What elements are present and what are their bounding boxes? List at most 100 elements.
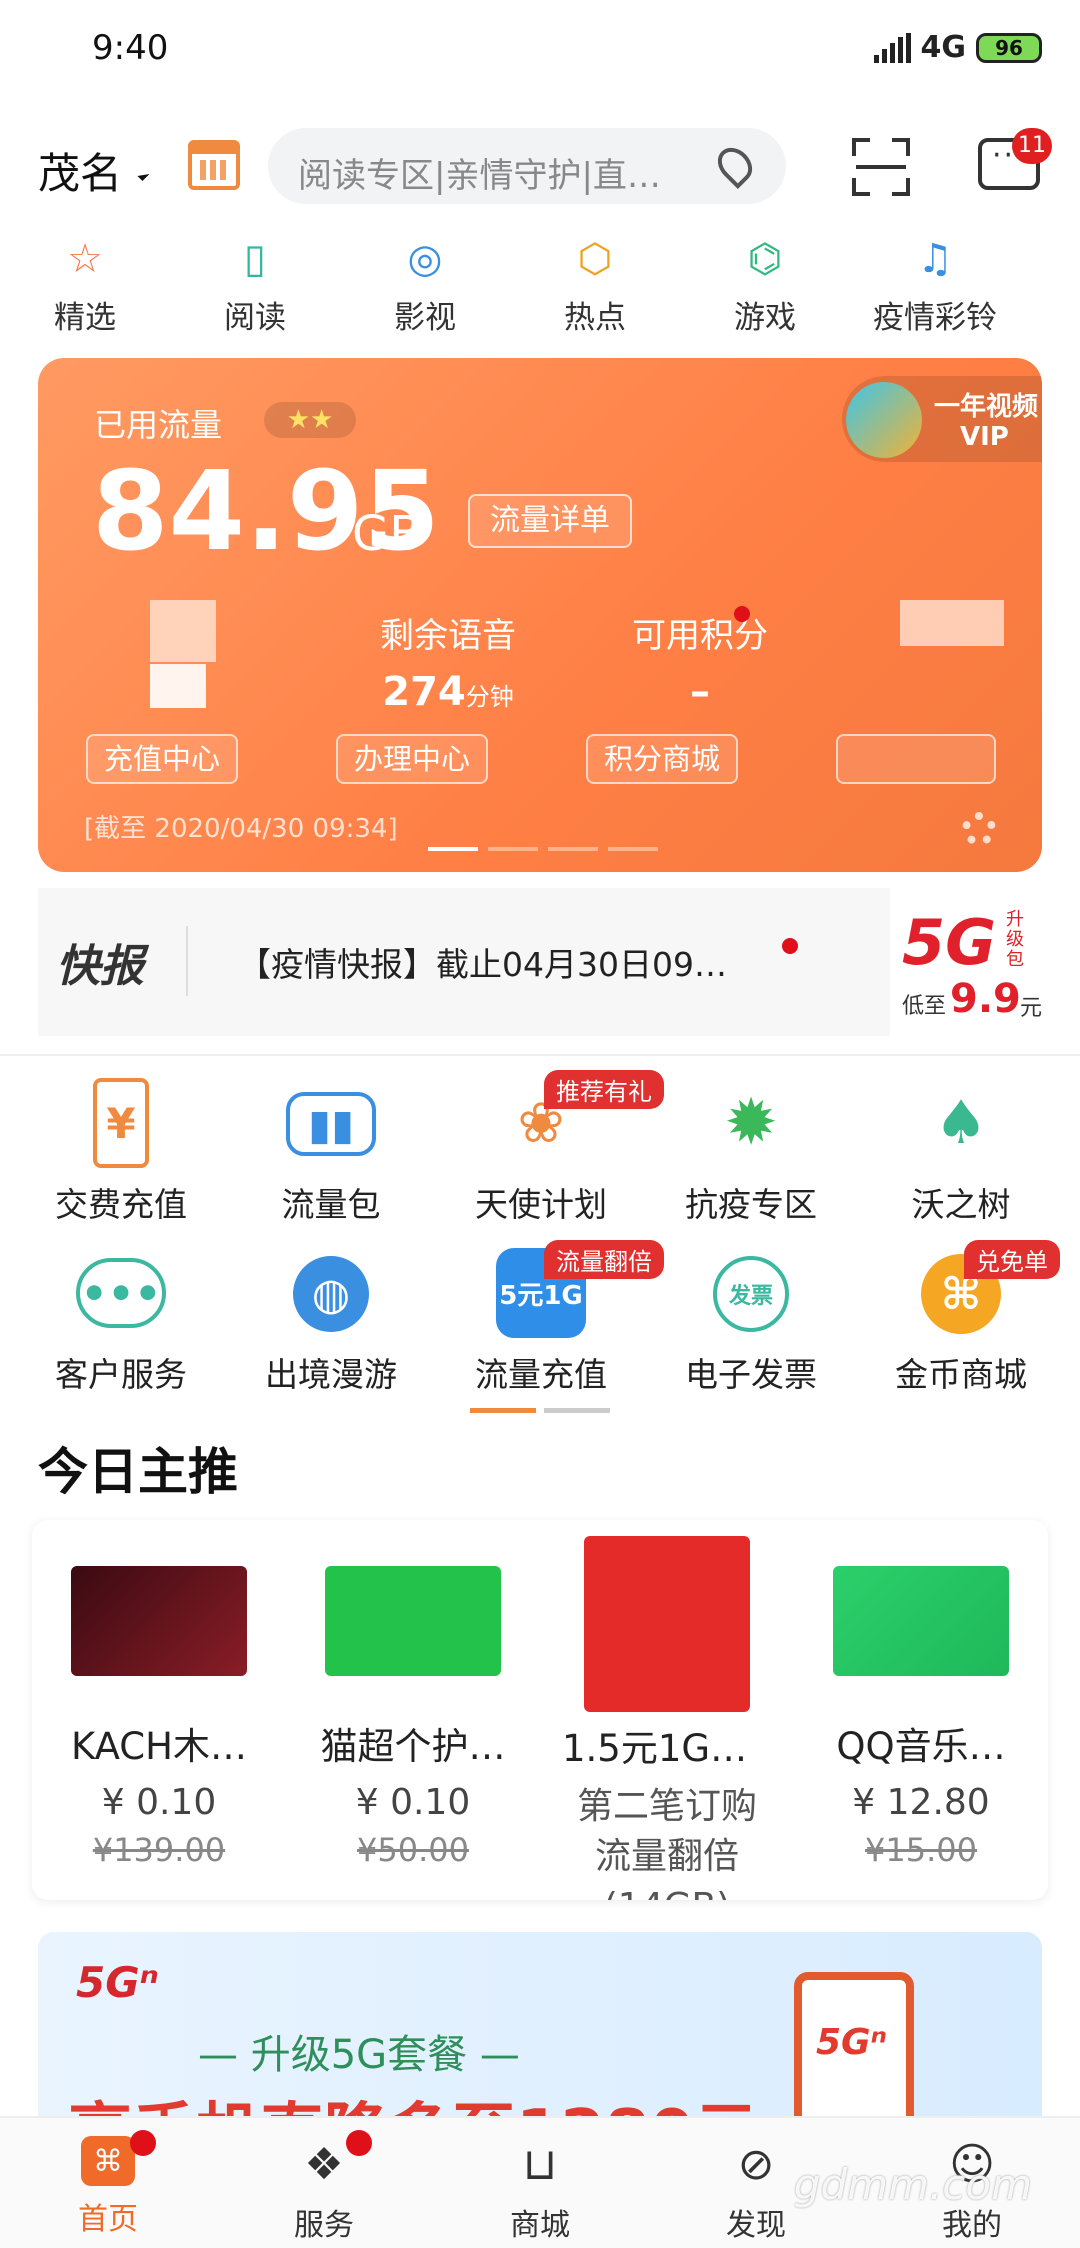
tab-hot[interactable]: ⬡ 热点	[510, 232, 680, 342]
service-label: 交费充值	[55, 1185, 187, 1224]
divider	[186, 926, 188, 996]
icon-caption: 5元1G	[499, 1280, 583, 1311]
film-reel-icon: ◎	[407, 236, 443, 282]
category-tabs: ☆ 精选 ▯ 阅读 ◎ 影视 ⬡ 热点 ⌬ 游戏 ♫ 疫情彩铃	[0, 232, 1080, 342]
calendar-icon[interactable]	[188, 140, 240, 190]
tab-reading[interactable]: ▯ 阅读	[170, 232, 340, 342]
tab-label: 热点	[564, 300, 626, 336]
location-pin-icon[interactable]	[710, 140, 760, 190]
phone-screen-text: 5Gⁿ	[816, 2022, 887, 2063]
points-available[interactable]: 可用积分 –	[590, 608, 810, 715]
tab-video[interactable]: ◎ 影视	[340, 232, 510, 342]
gamepad-icon: ⌬	[747, 236, 783, 282]
service-anti-epidemic[interactable]: ✹ 抗疫专区	[646, 1078, 856, 1226]
compass-icon: ⊘	[737, 2138, 775, 2190]
masked-balance-block	[150, 600, 216, 662]
tab-jingxuan[interactable]: ☆ 精选	[0, 232, 170, 342]
service-label: 流量充值	[475, 1355, 607, 1394]
status-time: 9:40	[92, 28, 169, 68]
section-title: 今日主推	[38, 1443, 238, 1501]
recommended-products: KACH木… ¥ 0.10 ¥139.00 猫超个护… ¥ 0.10 ¥50.0…	[32, 1520, 1048, 1900]
masked-balance-block	[150, 664, 206, 708]
product-desc: (14GB)	[540, 1882, 794, 1900]
ad-unit: 元	[1020, 996, 1043, 1021]
product-image	[325, 1566, 501, 1676]
product-name: QQ音乐…	[836, 1725, 1006, 1768]
service-angel-plan[interactable]: ❀ 天使计划 推荐有礼	[436, 1070, 664, 1226]
nav-services[interactable]: ❖ 服务	[216, 2118, 432, 2248]
service-pay-recharge[interactable]: ¥ 交费充值	[16, 1078, 226, 1226]
service-data-pack[interactable]: ▮▮ 流量包	[226, 1078, 436, 1226]
service-data-recharge[interactable]: 5元1G 流量充值 流量翻倍	[436, 1240, 664, 1396]
service-center-button[interactable]: 办理中心	[336, 734, 489, 784]
watermark: gdmm.com	[793, 2160, 1032, 2209]
product-name: KACH木…	[71, 1725, 247, 1768]
scan-icon[interactable]	[852, 138, 910, 196]
recharge-center-button[interactable]: 充值中心	[86, 734, 239, 784]
nav-label: 服务	[294, 2208, 354, 2243]
book-icon: ▯	[243, 236, 266, 282]
product-name: 1.5元1GB…	[562, 1727, 772, 1770]
signal-icon	[873, 32, 911, 63]
points-new-dot	[734, 606, 750, 622]
masked-button[interactable]	[836, 734, 996, 784]
product-original-price: ¥50.00	[357, 1831, 469, 1869]
product-card[interactable]: KACH木… ¥ 0.10 ¥139.00	[32, 1560, 286, 1869]
5g-upgrade-banner[interactable]: 5Gⁿ — 升级5G套餐 — 享手机直降多至1280元 5Gⁿ	[38, 1932, 1042, 2132]
service-coin-mall[interactable]: ⌘ 金币商城 兑免单	[856, 1240, 1066, 1396]
voice-remaining[interactable]: 剩余语音 274分钟	[338, 608, 558, 715]
home-icon: ⌘	[81, 2136, 135, 2186]
service-label: 电子发票	[685, 1355, 817, 1394]
service-customer[interactable]: ••• 客户服务	[16, 1248, 226, 1396]
search-bar[interactable]: 阅读专区|亲情守护|直…	[268, 128, 786, 204]
phone-illustration: 5Gⁿ	[794, 1972, 914, 2132]
data-usage-card[interactable]: 已用流量 ★★ 一年视频 VIP 84.95 GB 流量详单 剩余语音 274分…	[38, 358, 1042, 872]
product-image	[833, 1566, 1009, 1676]
used-data-label: 已用流量	[94, 406, 223, 444]
news-headline[interactable]: 【疫情快报】截止04月30日09…	[238, 938, 798, 986]
shopping-bag-icon: ⊔	[522, 2138, 558, 2190]
service-label: 客户服务	[55, 1355, 187, 1394]
status-bar: 9:40 4G 96	[0, 0, 1080, 100]
product-card[interactable]: 1.5元1GB… 第二笔订购 流量翻倍 (14GB)	[540, 1530, 794, 1900]
city-selector[interactable]: 茂名	[38, 140, 122, 201]
battery-level: 96	[995, 35, 1023, 60]
product-desc: 第二笔订购	[576, 1786, 757, 1827]
product-card[interactable]: 猫超个护… ¥ 0.10 ¥50.00	[286, 1560, 540, 1869]
caret-down-icon[interactable]	[137, 168, 150, 182]
ad-subtitle: 升级包	[1006, 909, 1024, 970]
service-wo-tree[interactable]: ♠ 沃之树	[856, 1078, 1066, 1226]
ad-prefix: 低至	[902, 994, 947, 1019]
points-mall-button[interactable]: 积分商城	[586, 734, 739, 784]
phone-yuan-icon: ¥	[93, 1078, 149, 1168]
nav-home[interactable]: ⌘ 首页	[0, 2118, 216, 2248]
product-image	[584, 1536, 750, 1712]
as-of-timestamp: [截至 2020/04/30 09:34]	[84, 814, 398, 844]
product-original-price: ¥139.00	[92, 1831, 226, 1869]
voice-label: 剩余语音	[380, 616, 516, 656]
service-e-invoice[interactable]: 发票 电子发票	[646, 1248, 856, 1396]
chat-bubble-icon: •••	[76, 1258, 166, 1328]
news-tag: 快报	[56, 941, 144, 992]
masked-right-block	[900, 600, 1004, 646]
service-label: 金币商城	[895, 1355, 1027, 1394]
home-dot	[130, 2130, 156, 2156]
tab-games[interactable]: ⌬ 游戏	[680, 232, 850, 342]
5g-upgrade-ad[interactable]: 5G 升级包 低至 9.9 元	[890, 888, 1042, 1036]
5g-logo: 5Gⁿ	[76, 1958, 159, 2007]
service-label: 沃之树	[911, 1185, 1011, 1224]
points-value: –	[690, 669, 710, 715]
tab-ringtone[interactable]: ♫ 疫情彩铃	[850, 232, 1020, 342]
service-roaming[interactable]: ◍ 出境漫游	[226, 1248, 436, 1396]
nav-mall[interactable]: ⊔ 商城	[432, 2118, 648, 2248]
video-vip-promo[interactable]: 一年视频 VIP	[842, 376, 1042, 462]
gear-icon[interactable]	[962, 812, 996, 846]
section-divider	[0, 1054, 1080, 1056]
search-placeholder[interactable]: 阅读专区|亲情守护|直…	[298, 148, 698, 197]
grid-services-icon: ❖	[304, 2138, 344, 2190]
news-ticker[interactable]: 快报 【疫情快报】截止04月30日09… 5G 升级包 低至 9.9 元	[38, 888, 1042, 1036]
product-card[interactable]: QQ音乐… ¥ 12.80 ¥15.00	[794, 1560, 1048, 1869]
data-detail-button[interactable]: 流量详单	[468, 494, 632, 548]
virus-icon: ✹	[724, 1086, 778, 1160]
star-icon: ☆	[67, 236, 103, 282]
